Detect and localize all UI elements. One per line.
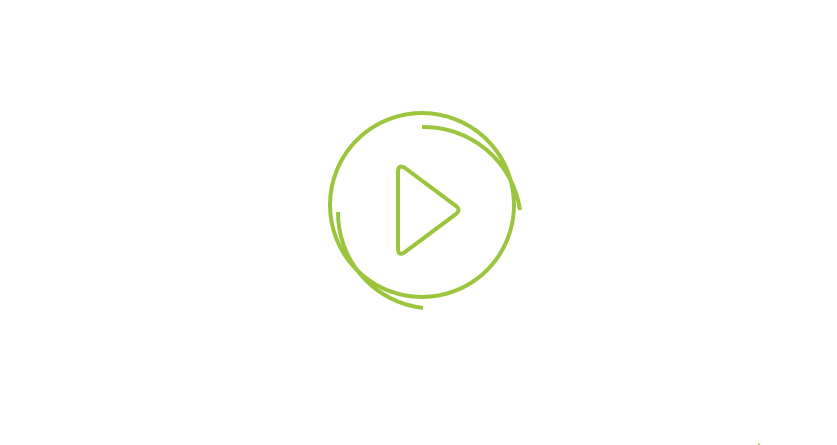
mouse-pointer-icon: [758, 438, 766, 445]
play-button[interactable]: [0, 0, 837, 445]
play-button-graphic[interactable]: [0, 0, 837, 445]
play-icon[interactable]: [396, 164, 461, 256]
video-stage: [0, 0, 837, 445]
outer-arc-bottom-left: [335, 211, 424, 310]
outer-arc-top-right: [421, 124, 522, 211]
